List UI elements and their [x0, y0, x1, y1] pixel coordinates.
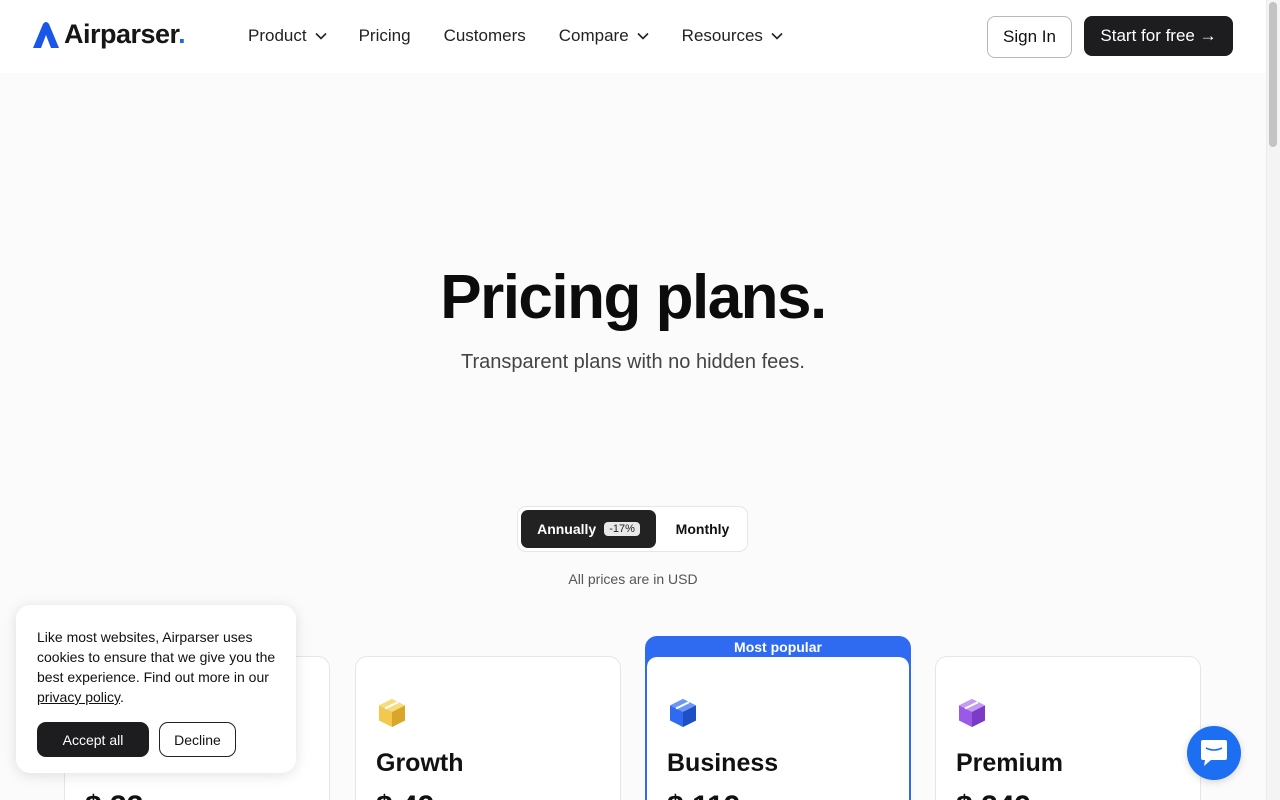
- nav-product-label: Product: [248, 26, 307, 45]
- nav-resources-label: Resources: [681, 26, 763, 45]
- nav-compare-label: Compare: [558, 26, 629, 45]
- plan-name: Business: [667, 749, 779, 777]
- logo-text: Airparser.: [64, 19, 186, 49]
- currency-note: All prices are in USD: [568, 571, 698, 587]
- start-for-free-button[interactable]: Start for free →: [1084, 16, 1233, 56]
- plan-card-growth: Growth $ 49: [355, 656, 621, 800]
- nav-product[interactable]: Product: [248, 26, 327, 46]
- plan-name: Growth: [376, 749, 464, 777]
- cookie-message: Like most websites, Airparser uses cooki…: [37, 629, 276, 705]
- nav-compare[interactable]: Compare: [559, 26, 649, 46]
- box-icon: [667, 697, 699, 734]
- accept-all-button[interactable]: Accept all: [37, 722, 149, 757]
- nav-customers-label: Customers: [443, 26, 526, 45]
- chevron-down-icon: [771, 32, 783, 40]
- most-popular-badge: Most popular: [734, 639, 822, 655]
- logo[interactable]: Airparser.: [31, 19, 186, 50]
- annually-label: Annually: [537, 521, 597, 537]
- nav-pricing-label: Pricing: [358, 26, 411, 45]
- plan-price: $ 119: [667, 790, 740, 800]
- site-header: Airparser. Product Pricing Customers Com…: [0, 0, 1266, 73]
- chat-widget-button[interactable]: [1187, 726, 1241, 780]
- plan-card-body: Business $ 119: [647, 657, 909, 800]
- chat-bubble-icon: [1201, 740, 1227, 766]
- plan-price: $ 49: [376, 790, 434, 800]
- plan-price: $ 33: [85, 790, 143, 800]
- main-nav: Product Pricing Customers Compare Resour…: [248, 26, 783, 46]
- plan-card-premium: Premium $ 249: [935, 656, 1201, 800]
- plan-card-business: Most popular Business $ 119: [645, 636, 911, 800]
- nav-customers[interactable]: Customers: [444, 26, 526, 46]
- box-icon: [376, 697, 408, 734]
- decline-button[interactable]: Decline: [159, 722, 236, 757]
- chevron-down-icon: [315, 32, 327, 40]
- billing-toggle: Annually -17% Monthly: [517, 506, 748, 552]
- billing-annually-option[interactable]: Annually -17%: [521, 510, 656, 548]
- billing-monthly-option[interactable]: Monthly: [660, 510, 745, 548]
- nav-pricing[interactable]: Pricing: [359, 26, 411, 46]
- cookie-banner: Like most websites, Airparser uses cooki…: [16, 605, 296, 773]
- chevron-down-icon: [637, 32, 649, 40]
- sign-in-button[interactable]: Sign In: [987, 16, 1072, 58]
- plan-price: $ 249: [956, 790, 1031, 800]
- page-subtitle: Transparent plans with no hidden fees.: [461, 351, 805, 373]
- page-scrollbar[interactable]: [1266, 0, 1280, 800]
- box-icon: [956, 697, 988, 734]
- plan-name: Premium: [956, 749, 1063, 777]
- scrollbar-thumb[interactable]: [1269, 2, 1277, 147]
- page-title: Pricing plans.: [440, 263, 827, 332]
- privacy-policy-link[interactable]: privacy policy: [37, 689, 120, 705]
- discount-badge: -17%: [604, 522, 640, 536]
- airparser-logo-icon: [33, 21, 59, 48]
- nav-resources[interactable]: Resources: [682, 26, 783, 46]
